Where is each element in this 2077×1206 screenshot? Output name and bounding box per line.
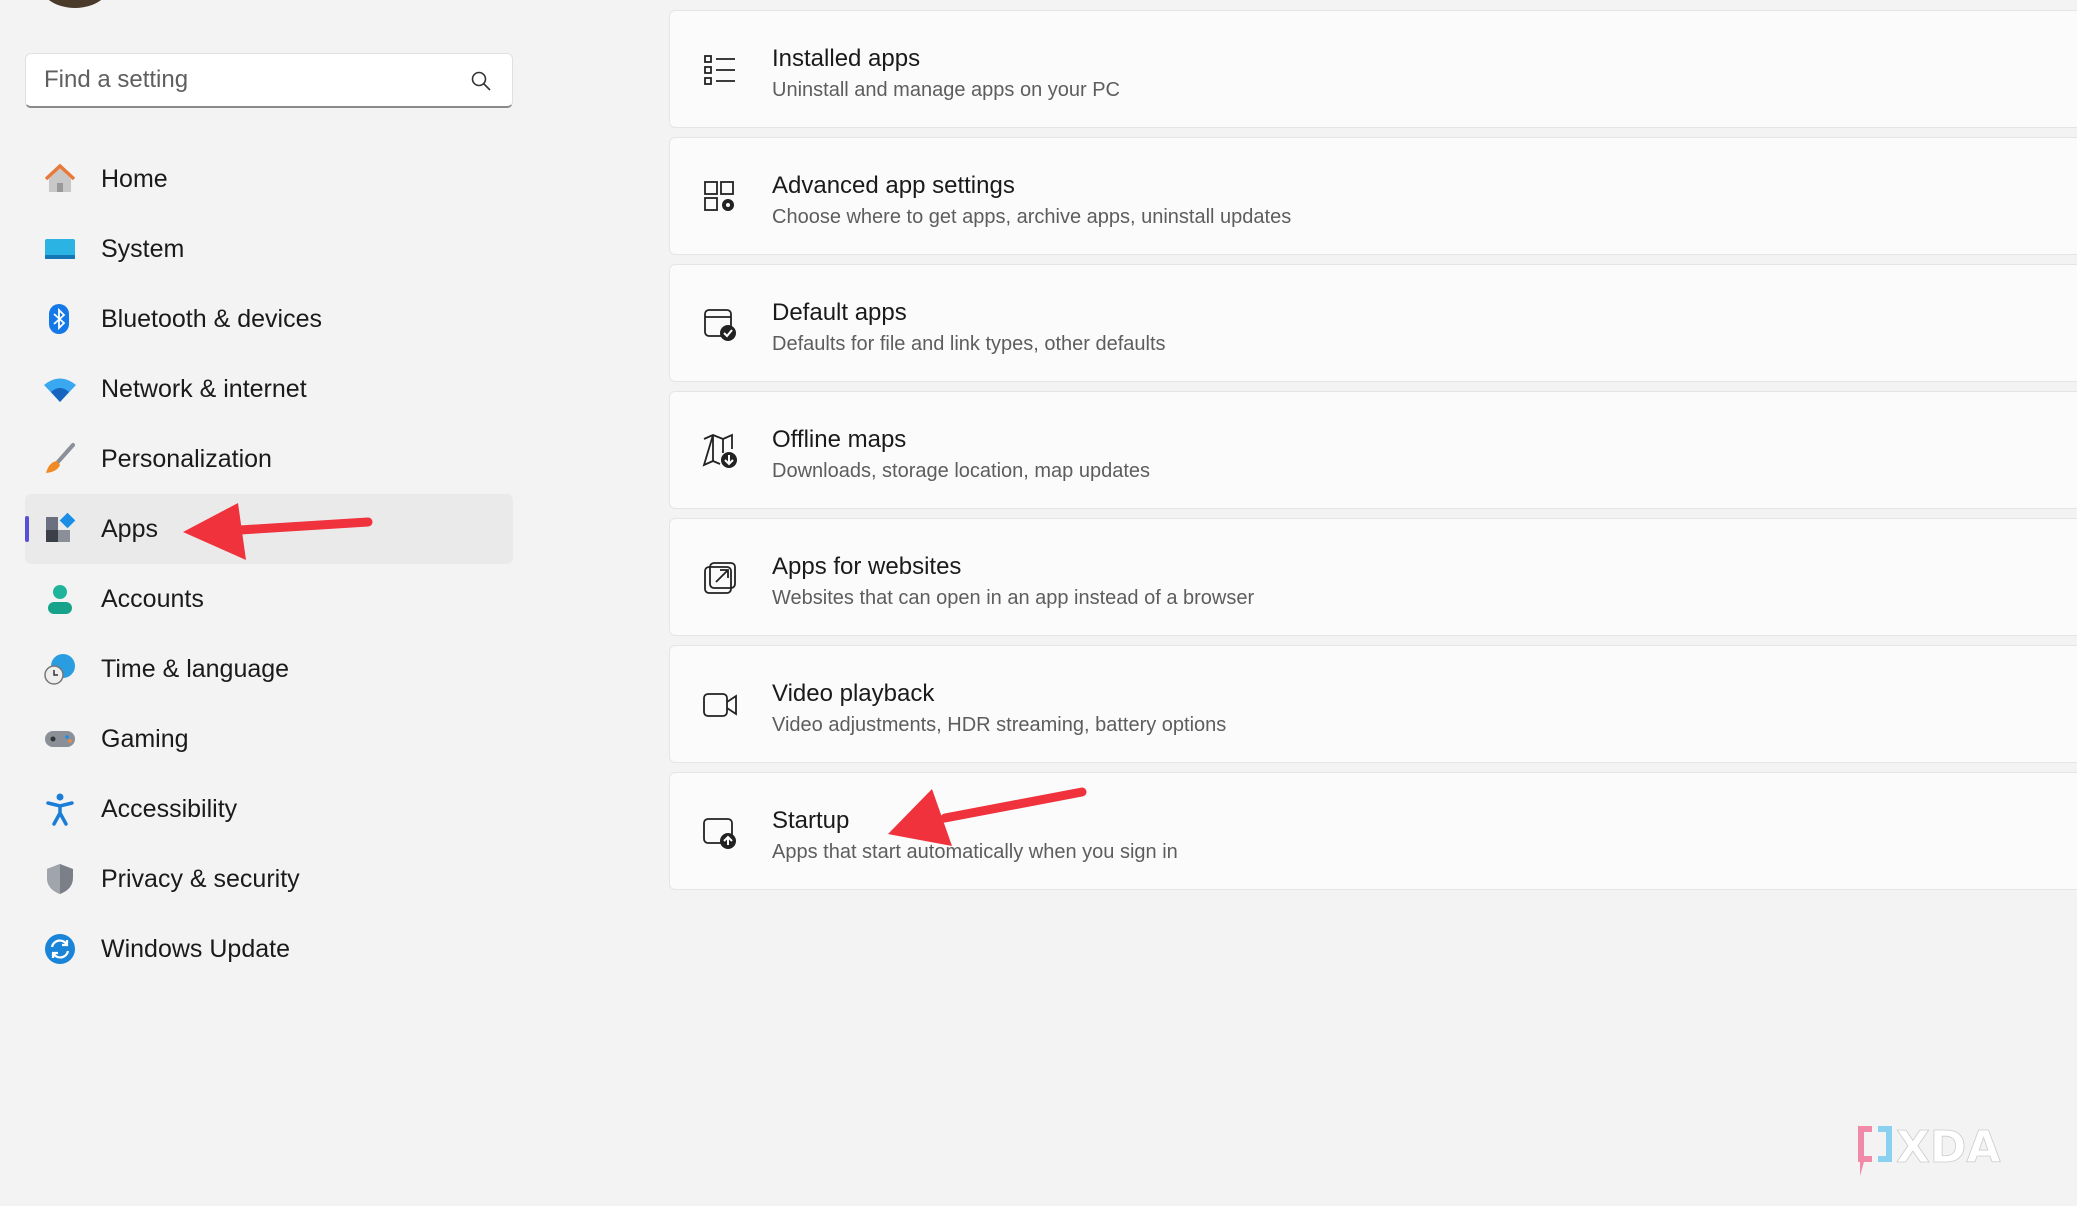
update-icon [43, 932, 77, 966]
card-apps-for-websites[interactable]: Apps for websites Websites that can open … [669, 518, 2077, 636]
sidebar-item-label: Windows Update [101, 934, 290, 963]
home-icon [43, 162, 77, 196]
sidebar-item-home[interactable]: Home [25, 144, 513, 214]
open-external-icon [704, 562, 736, 594]
sidebar-item-label: Home [101, 164, 168, 193]
search-icon[interactable] [470, 70, 492, 92]
sidebar-item-label: Accessibility [101, 794, 238, 823]
apps-icon [43, 512, 77, 546]
apps-settings-list: Installed apps Uninstall and manage apps … [669, 10, 2077, 899]
gamepad-icon [43, 722, 77, 756]
sidebar-item-label: Apps [101, 514, 158, 543]
sidebar-item-privacy[interactable]: Privacy & security [25, 844, 513, 914]
monitor-icon [43, 232, 77, 266]
sidebar-item-label: Network & internet [101, 374, 307, 403]
card-subtitle: Defaults for file and link types, other … [772, 333, 1166, 355]
card-installed-apps[interactable]: Installed apps Uninstall and manage apps … [669, 10, 2077, 128]
search-box[interactable] [25, 53, 513, 108]
video-camera-icon [703, 693, 737, 717]
sidebar-item-label: Privacy & security [101, 864, 300, 893]
sidebar-item-label: Accounts [101, 584, 204, 613]
bluetooth-icon [43, 302, 77, 336]
xda-watermark-logo: XDA [1858, 1122, 2001, 1176]
sidebar-item-apps[interactable]: Apps [25, 494, 513, 564]
card-startup[interactable]: Startup Apps that start automatically whe… [669, 772, 2077, 890]
list-icon [704, 55, 735, 85]
sidebar-item-bluetooth[interactable]: Bluetooth & devices [25, 284, 513, 354]
accessibility-icon [43, 792, 77, 826]
search-input[interactable] [44, 66, 464, 94]
sidebar-item-windows-update[interactable]: Windows Update [25, 914, 513, 984]
xda-logo-text: XDA [1896, 1122, 2001, 1173]
card-title: Advanced app settings [772, 172, 1015, 199]
sidebar-item-label: System [101, 234, 185, 263]
sidebar-item-label: Personalization [101, 444, 272, 473]
card-offline-maps[interactable]: Offline maps Downloads, storage location,… [669, 391, 2077, 509]
sidebar-item-personalization[interactable]: Personalization [25, 424, 513, 494]
sidebar-item-system[interactable]: System [25, 214, 513, 284]
wifi-icon [43, 372, 77, 406]
card-subtitle: Downloads, storage location, map updates [772, 460, 1151, 482]
sidebar-item-label: Bluetooth & devices [101, 304, 322, 333]
card-video-playback[interactable]: Video playback Video adjustments, HDR str… [669, 645, 2077, 763]
globe-clock-icon [43, 652, 77, 686]
sidebar-item-accessibility[interactable]: Accessibility [25, 774, 513, 844]
startup-icon [703, 818, 736, 849]
window-check-icon [704, 309, 736, 341]
card-subtitle: Choose where to get apps, archive apps, … [772, 206, 1292, 228]
apps-gear-icon [704, 181, 734, 211]
card-subtitle: Apps that start automatically when you s… [772, 841, 1178, 863]
card-title: Apps for websites [772, 553, 962, 580]
card-title: Default apps [772, 299, 907, 326]
shield-icon [43, 862, 77, 896]
sidebar-nav: Home System Bluetooth & devices Network … [25, 144, 513, 984]
card-title: Installed apps [772, 45, 921, 72]
card-default-apps[interactable]: Default apps Defaults for file and link t… [669, 264, 2077, 382]
person-icon [43, 582, 77, 616]
sidebar-item-time-language[interactable]: Time & language [25, 634, 513, 704]
sidebar-item-label: Gaming [101, 724, 189, 753]
card-subtitle: Video adjustments, HDR streaming, batter… [772, 714, 1227, 736]
card-title: Startup [772, 807, 850, 834]
card-title: Offline maps [772, 426, 907, 453]
sidebar-item-label: Time & language [101, 654, 290, 683]
brush-icon [43, 442, 77, 476]
sidebar-item-network[interactable]: Network & internet [25, 354, 513, 424]
map-download-icon [702, 433, 737, 468]
sidebar-item-accounts[interactable]: Accounts [25, 564, 513, 634]
card-advanced-app-settings[interactable]: Advanced app settings Choose where to get… [669, 137, 2077, 255]
avatar[interactable] [40, 0, 110, 8]
card-subtitle: Websites that can open in an app instead… [772, 587, 1255, 609]
card-subtitle: Uninstall and manage apps on your PC [772, 79, 1120, 101]
card-title: Video playback [772, 680, 935, 707]
sidebar-item-gaming[interactable]: Gaming [25, 704, 513, 774]
